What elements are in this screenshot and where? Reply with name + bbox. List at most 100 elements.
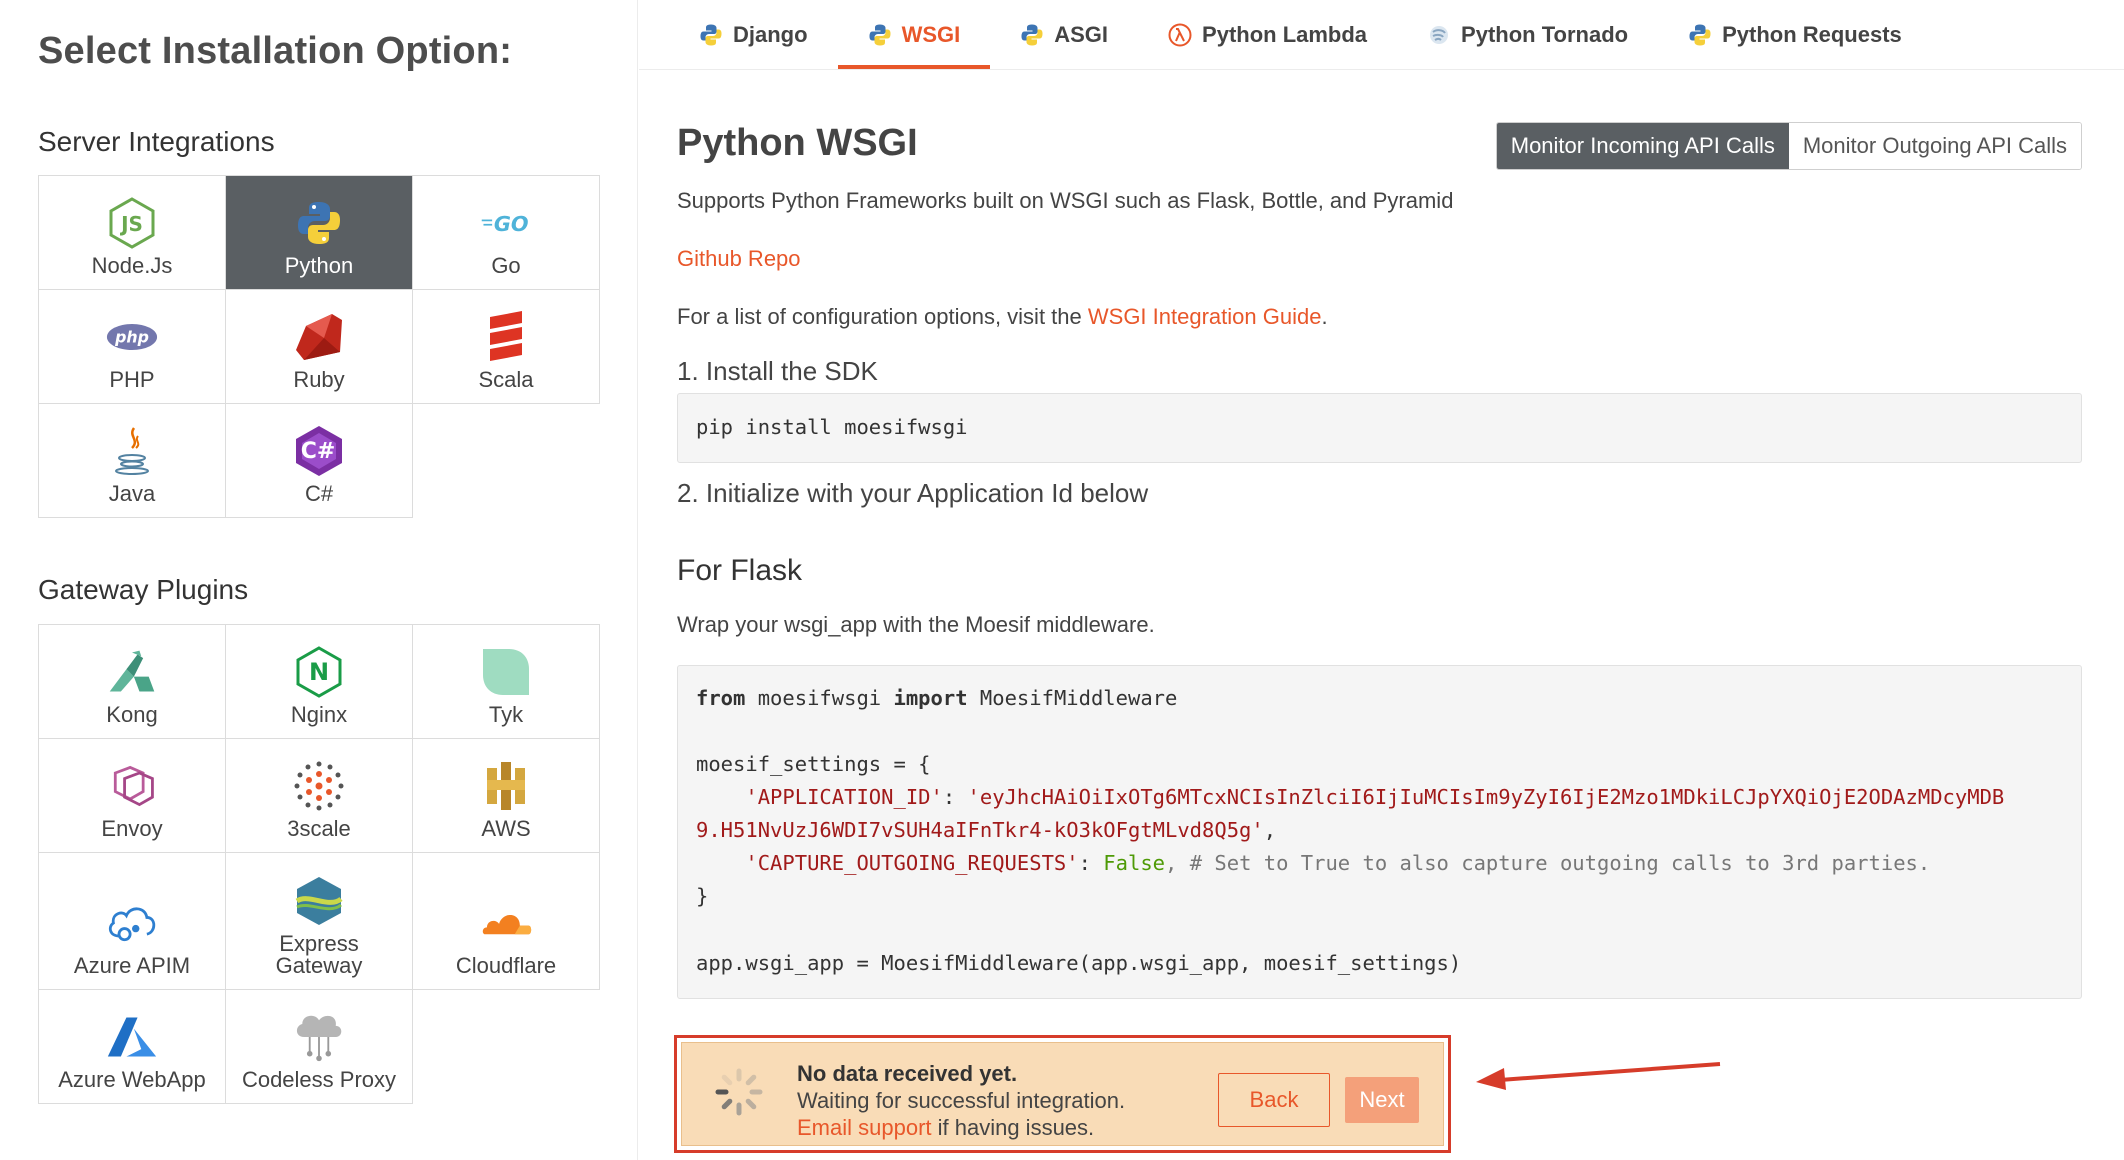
tyk-icon (480, 646, 532, 698)
integration-status-highlight: No data received yet. Waiting for succes… (674, 1035, 1451, 1153)
svg-text:JS: JS (119, 212, 143, 236)
option-label: Express Gateway (275, 931, 363, 978)
option-3scale[interactable]: 3scale (225, 738, 413, 853)
option-ruby[interactable]: Ruby (225, 289, 413, 404)
csharp-icon: C# (293, 425, 345, 477)
option-scala[interactable]: Scala (412, 289, 600, 404)
monitor-mode-toggle: Monitor Incoming API Calls Monitor Outgo… (1495, 122, 2082, 170)
wsgi-integration-guide-link[interactable]: WSGI Integration Guide (1088, 304, 1322, 329)
ruby-icon (293, 311, 345, 363)
loading-spinner-icon (714, 1067, 764, 1117)
next-button[interactable]: Next (1345, 1077, 1419, 1123)
tab-python-lambda[interactable]: Python Lambda (1138, 0, 1397, 69)
3scale-icon (293, 760, 345, 812)
tab-label: WSGI (901, 21, 961, 47)
option-azure-webapp[interactable]: Azure WebApp (38, 989, 226, 1104)
option-label: PHP (109, 367, 155, 392)
express-gateway-icon (293, 875, 345, 927)
option-kong[interactable]: Kong (38, 624, 226, 739)
option-nginx[interactable]: N Nginx (225, 624, 413, 739)
option-java[interactable]: Java (38, 403, 226, 518)
option-envoy[interactable]: Envoy (38, 738, 226, 853)
aws-icon (480, 760, 532, 812)
flask-title: For Flask (677, 554, 803, 587)
python-icon (293, 197, 345, 249)
option-label: Cloudflare (455, 953, 557, 978)
monitor-incoming-button[interactable]: Monitor Incoming API Calls (1496, 123, 1789, 169)
scala-icon (480, 311, 532, 363)
cloudflare-icon (480, 897, 532, 949)
nginx-icon: N (293, 646, 345, 698)
python-icon (1020, 23, 1044, 47)
option-codeless-proxy[interactable]: Codeless Proxy (225, 989, 413, 1104)
option-cloudflare[interactable]: Cloudflare (412, 852, 600, 990)
option-label: C# (304, 481, 334, 506)
option-label: Scala (478, 367, 534, 392)
option-label: Codeless Proxy (241, 1067, 397, 1092)
option-label: Python (284, 253, 354, 278)
email-support-link[interactable]: Email support (797, 1115, 932, 1140)
tab-django[interactable]: Django (669, 0, 838, 69)
lambda-icon (1168, 23, 1192, 47)
tab-asgi[interactable]: ASGI (990, 0, 1138, 69)
azure-apim-icon (106, 897, 158, 949)
option-express-gateway[interactable]: Express Gateway (225, 852, 413, 990)
code-line: app.wsgi_app = MoesifMiddleware(app.wsgi… (696, 951, 1462, 975)
option-go[interactable]: GO Go (412, 175, 600, 290)
option-nodejs[interactable]: JS Node.Js (38, 175, 226, 290)
svg-text:php: php (114, 328, 149, 347)
option-label: Azure WebApp (58, 1067, 206, 1092)
kong-icon (106, 646, 158, 698)
python-icon (699, 23, 723, 47)
flask-code-block[interactable]: from moesifwsgi import MoesifMiddleware … (677, 665, 2082, 999)
envoy-icon (106, 760, 158, 812)
flask-description: Wrap your wsgi_app with the Moesif middl… (677, 612, 1155, 637)
option-label: Ruby (293, 367, 345, 392)
tab-wsgi[interactable]: WSGI (837, 0, 991, 69)
support-suffix: if having issues. (931, 1115, 1095, 1140)
tab-label: Django (733, 21, 808, 47)
azure-webapp-icon (106, 1011, 158, 1063)
code-line: 'APPLICATION_ID': 'eyJhcHAiOiIxOTg6MTcxN… (696, 785, 2005, 809)
option-label: Envoy (101, 816, 163, 841)
config-suffix: . (1321, 304, 1328, 329)
code-line: 9.H51NvUzJ6WDI7vSUH4aIFnTkr4-kO3kOFgtMLv… (696, 818, 1277, 842)
java-icon (106, 425, 158, 477)
step-initialize: 2. Initialize with your Application Id b… (677, 478, 1149, 508)
option-azure-apim[interactable]: Azure APIM (38, 852, 226, 990)
option-csharp[interactable]: C# C# (225, 403, 413, 518)
status-title: No data received yet. (797, 1061, 1018, 1086)
install-command: pip install moesifwsgi (696, 415, 968, 439)
step-install-sdk: 1. Install the SDK (677, 356, 878, 386)
status-support-text: Email support if having issues. (797, 1115, 1094, 1141)
option-label: Azure APIM (73, 953, 191, 978)
status-waiting-text: Waiting for successful integration. (797, 1088, 1126, 1113)
tab-label: Python Lambda (1202, 21, 1368, 47)
code-line: 'CAPTURE_OUTGOING_REQUESTS': False, # Se… (696, 851, 1931, 875)
option-label: Tyk (488, 702, 524, 727)
option-python[interactable]: Python (225, 175, 413, 290)
config-prefix: For a list of configuration options, vis… (677, 304, 1088, 329)
code-line: } (696, 884, 709, 908)
monitor-outgoing-button[interactable]: Monitor Outgoing API Calls (1788, 123, 2081, 169)
tab-python-tornado[interactable]: Python Tornado (1397, 0, 1658, 69)
option-aws[interactable]: AWS (412, 738, 600, 853)
php-icon: php (106, 311, 158, 363)
option-label: 3scale (287, 816, 351, 841)
page-title: Python WSGI (677, 122, 918, 164)
option-tyk[interactable]: Tyk (412, 624, 600, 739)
tab-label: ASGI (1054, 21, 1109, 47)
python-icon (868, 23, 892, 47)
tab-python-requests[interactable]: Python Requests (1658, 0, 1932, 69)
github-repo-link[interactable]: Github Repo (677, 246, 801, 272)
gateway-plugins-title: Gateway Plugins (38, 574, 249, 605)
back-button[interactable]: Back (1218, 1073, 1330, 1127)
server-integrations-title: Server Integrations (38, 126, 275, 157)
panel-heading: Select Installation Option: (38, 30, 513, 72)
python-icon (1688, 23, 1712, 47)
code-line: moesif_settings = { (696, 752, 931, 776)
tornado-icon (1427, 23, 1451, 47)
install-command-block[interactable]: pip install moesifwsgi (677, 393, 2082, 463)
option-php[interactable]: php PHP (38, 289, 226, 404)
svg-text:N: N (309, 658, 329, 686)
